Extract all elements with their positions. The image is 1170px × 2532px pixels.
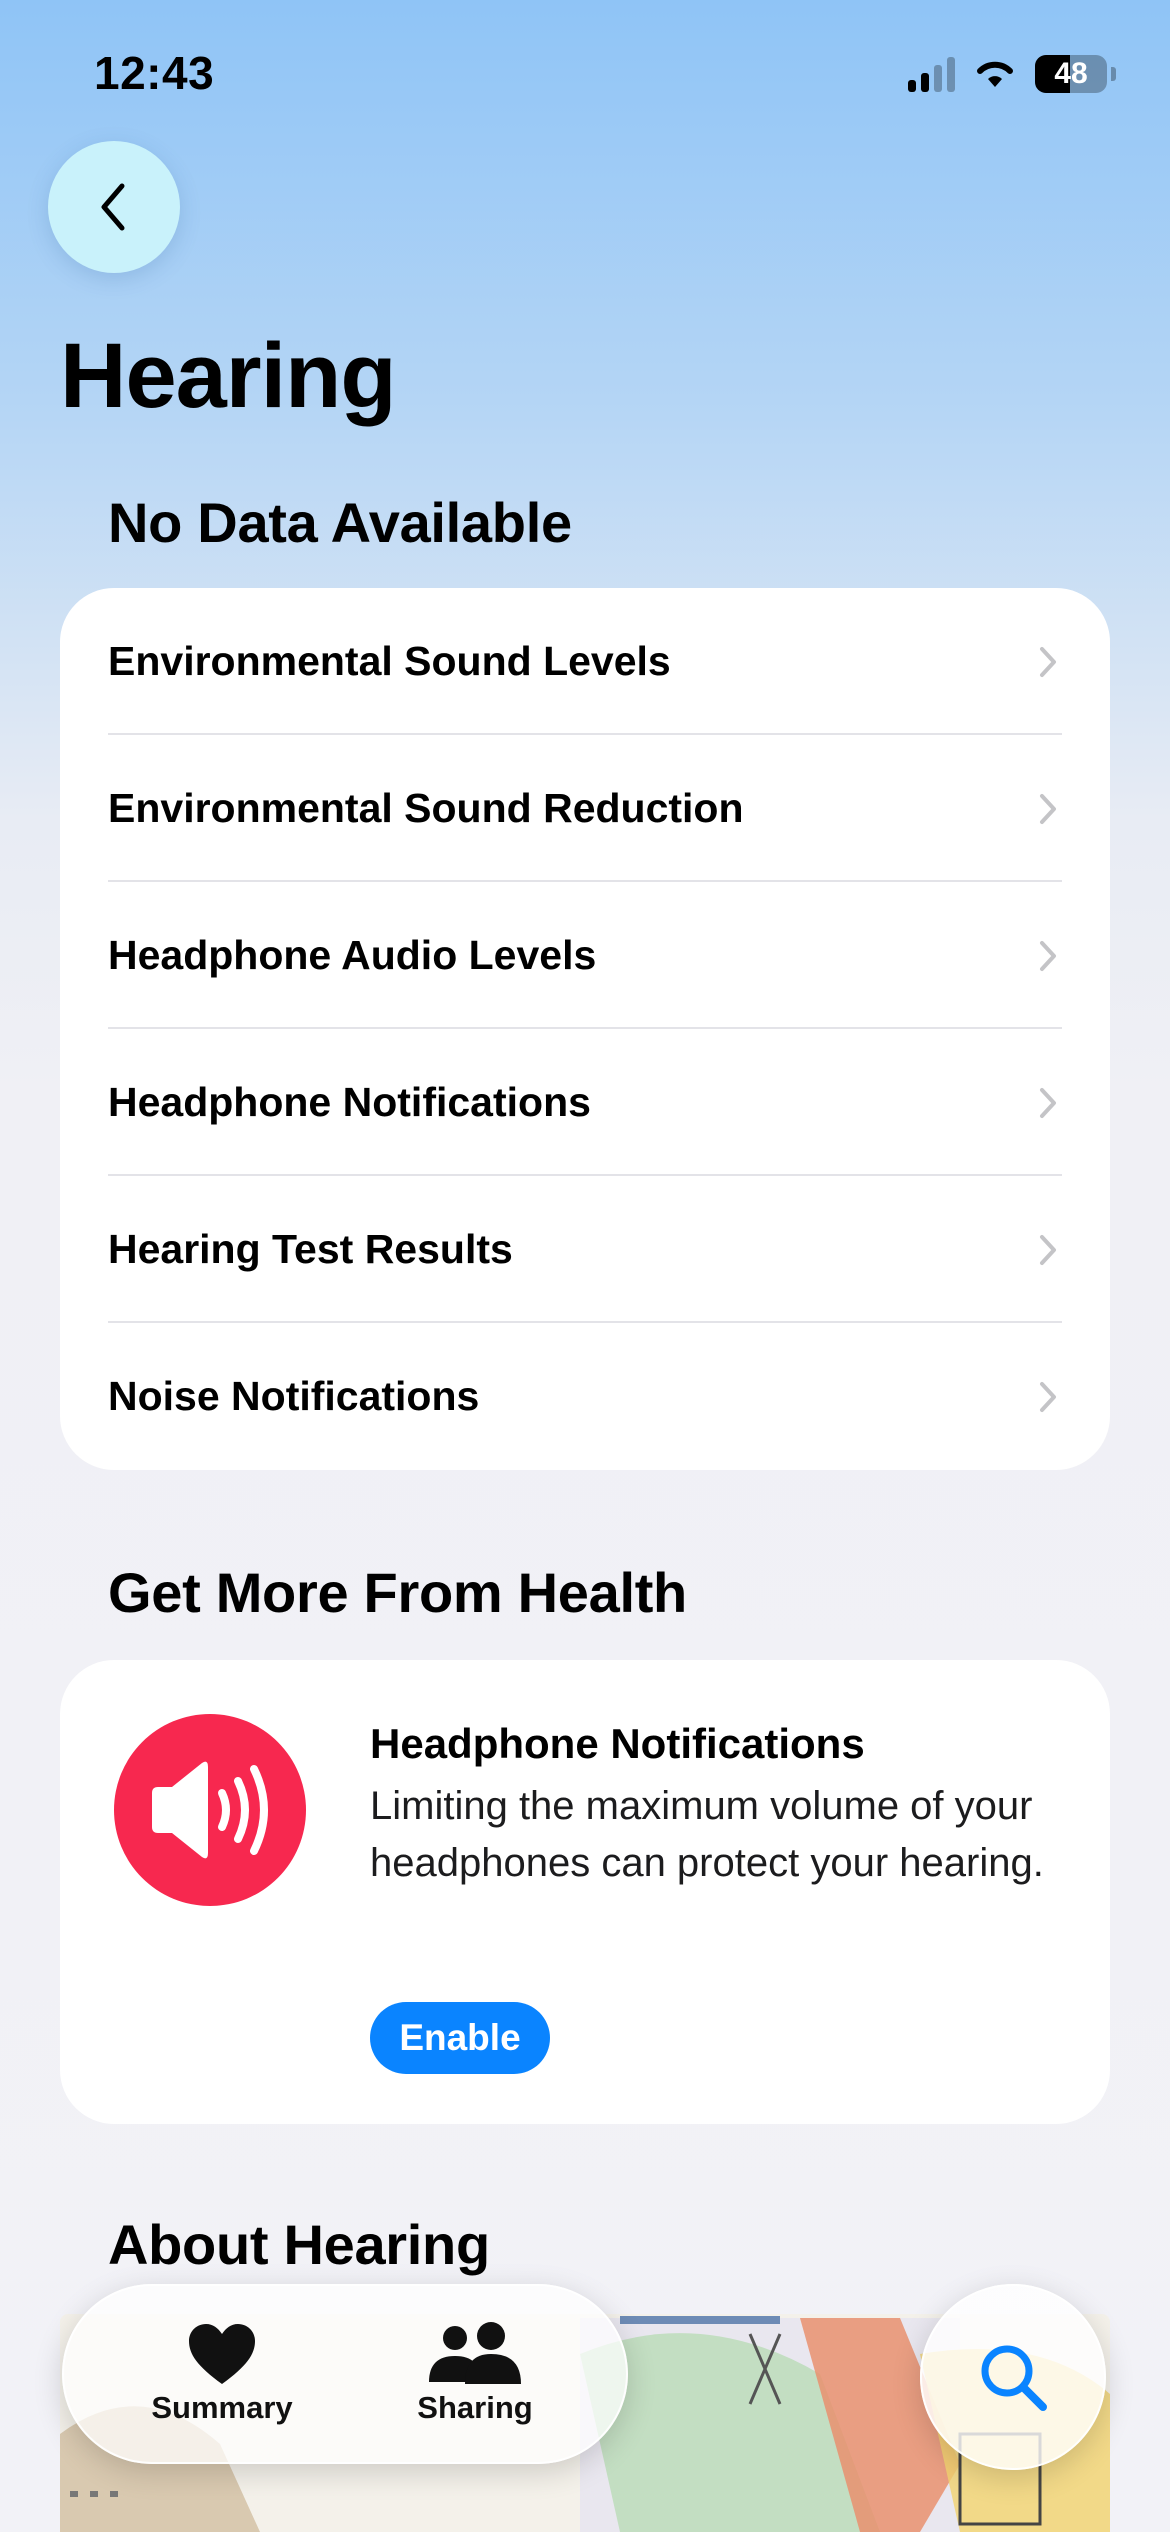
search-button[interactable] [920, 2284, 1106, 2470]
people-icon [429, 2322, 521, 2384]
about-section-title: About Hearing [108, 2213, 490, 2276]
list-item-label: Environmental Sound Reduction [108, 785, 744, 831]
chevron-right-icon [1040, 1234, 1056, 1265]
list-item-label: Headphone Audio Levels [108, 932, 597, 978]
page-title: Hearing [60, 325, 397, 427]
list-item-environmental-sound-reduction[interactable]: Environmental Sound Reduction [60, 735, 1110, 882]
no-data-section-title: No Data Available [108, 491, 572, 554]
list-item-label: Noise Notifications [108, 1373, 480, 1419]
list-item-noise-notifications[interactable]: Noise Notifications [60, 1323, 1110, 1470]
tab-bar: Summary Sharing [62, 2284, 628, 2464]
promo-title: Headphone Notifications [370, 1720, 865, 1767]
chevron-right-icon [1040, 1087, 1056, 1118]
wifi-icon [977, 61, 1013, 87]
heart-icon [189, 2324, 255, 2384]
search-icon [981, 2345, 1047, 2411]
status-icons: 48 [908, 52, 1116, 96]
status-time: 12:43 [94, 47, 215, 99]
tab-summary-label: Summary [151, 2390, 293, 2425]
chevron-right-icon [1040, 1381, 1056, 1412]
list-item-label: Headphone Notifications [108, 1079, 591, 1125]
chevron-right-icon [1040, 940, 1056, 971]
chevron-right-icon [1040, 793, 1056, 824]
back-button[interactable] [48, 141, 180, 273]
list-item-environmental-sound-levels[interactable]: Environmental Sound Levels [60, 588, 1110, 735]
tab-sharing[interactable]: Sharing [365, 2284, 585, 2464]
chevron-left-icon [101, 183, 125, 231]
no-data-list: Environmental Sound Levels Environmental… [60, 588, 1110, 1470]
cellular-signal-icon [908, 56, 955, 92]
battery-cap [1111, 67, 1116, 81]
battery-percent: 48 [1054, 57, 1088, 90]
list-item-label: Environmental Sound Levels [108, 638, 671, 684]
list-item-hearing-test-results[interactable]: Hearing Test Results [60, 1176, 1110, 1323]
list-item-label: Hearing Test Results [108, 1226, 513, 1272]
battery-icon: 48 [1035, 55, 1107, 93]
promo-description: Limiting the maximum volume of your head… [370, 1784, 1044, 1885]
enable-button[interactable]: Enable [370, 2002, 550, 2074]
speaker-wave-icon [114, 1714, 306, 1906]
headphone-notifications-promo-card: Headphone Notifications Limiting the max… [60, 1660, 1110, 2124]
tab-summary[interactable]: Summary [112, 2284, 332, 2464]
list-item-headphone-audio-levels[interactable]: Headphone Audio Levels [60, 882, 1110, 1029]
chevron-right-icon [1040, 646, 1056, 677]
get-more-section-title: Get More From Health [108, 1561, 687, 1624]
tab-sharing-label: Sharing [417, 2390, 533, 2425]
status-bar: 12:43 48 [0, 0, 1170, 140]
list-item-headphone-notifications[interactable]: Headphone Notifications [60, 1029, 1110, 1176]
